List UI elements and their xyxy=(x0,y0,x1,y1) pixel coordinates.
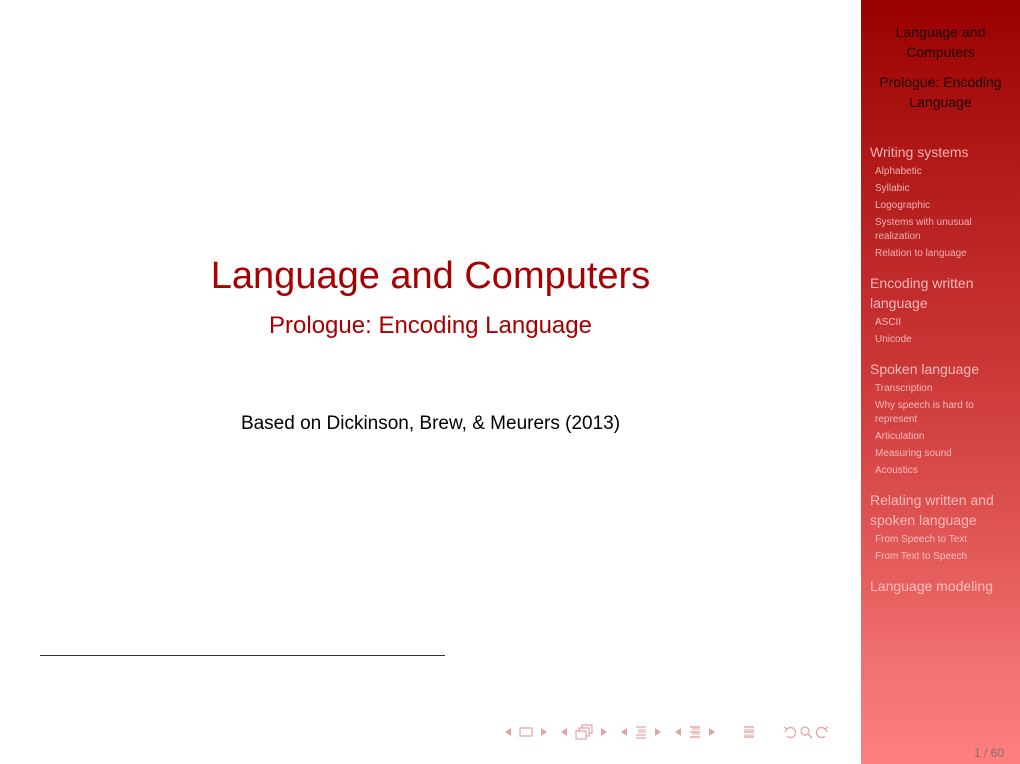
sidebar-subsection-link[interactable]: Relation to language xyxy=(870,247,1018,261)
sidebar-subsection-link[interactable]: Syllabic xyxy=(870,182,1018,196)
sidebar-subsection-link[interactable]: Measuring sound xyxy=(870,447,1018,461)
prev-frame-arrow-icon[interactable] xyxy=(561,722,567,742)
prev-slide-arrow-icon[interactable] xyxy=(505,722,511,742)
navigation-bar xyxy=(505,722,829,742)
next-slide-arrow-icon[interactable] xyxy=(541,722,547,742)
sidebar-header: Language and Computers Prologue: Encodin… xyxy=(861,22,1020,112)
sidebar-subsection-link[interactable]: Alphabetic xyxy=(870,165,1018,179)
sidebar-subsection-link[interactable]: From Text to Speech xyxy=(870,550,1018,564)
sidebar-section: Writing systems Alphabetic Syllabic Logogra… xyxy=(870,142,1018,261)
sidebar-presentation-subtitle[interactable]: Prologue: Encoding Language xyxy=(861,72,1020,112)
sidebar-section-link[interactable]: Writing systems xyxy=(870,142,1018,162)
sidebar-section: Encoding written language ASCII Unicode xyxy=(870,273,1018,347)
prev-subsection-arrow-icon[interactable] xyxy=(621,722,627,742)
sidebar-subsection-link[interactable]: ASCII xyxy=(870,316,1018,330)
next-frame-arrow-icon[interactable] xyxy=(601,722,607,742)
sidebar-subsection-link[interactable]: Why speech is hard to represent xyxy=(870,399,1018,427)
slide-main-area: Language and Computers Prologue: Encodin… xyxy=(0,0,861,764)
search-icon[interactable] xyxy=(799,722,813,742)
sidebar-section: Language modeling xyxy=(870,576,1018,596)
sidebar-outline: Language and Computers Prologue: Encodin… xyxy=(861,0,1020,764)
sidebar-subsection-link[interactable]: Transcription xyxy=(870,382,1018,396)
sidebar-section: Relating written and spoken language From… xyxy=(870,490,1018,564)
sidebar-section-link[interactable]: Language modeling xyxy=(870,576,1018,596)
redo-icon[interactable] xyxy=(813,722,829,742)
frame-icon[interactable] xyxy=(575,722,593,742)
slide-icon[interactable] xyxy=(519,722,533,742)
next-section-arrow-icon[interactable] xyxy=(709,722,715,742)
section-icon[interactable] xyxy=(689,722,701,742)
sidebar-subsection-link[interactable]: Logographic xyxy=(870,199,1018,213)
page-number: 1 / 60 xyxy=(973,746,1004,760)
sidebar-sections: Writing systems Alphabetic Syllabic Logogra… xyxy=(870,142,1018,608)
document-icon[interactable] xyxy=(743,722,755,742)
sidebar-subsection-link[interactable]: From Speech to Text xyxy=(870,533,1018,547)
sidebar-subsection-link[interactable]: Systems with unusual realization xyxy=(870,216,1018,244)
slide-title: Language and Computers xyxy=(210,255,651,297)
sidebar-presentation-title[interactable]: Language and Computers xyxy=(861,22,1020,62)
sidebar-section: Spoken language Transcription Why speech i… xyxy=(870,359,1018,478)
slide: Language and Computers Prologue: Encodin… xyxy=(0,0,1020,764)
sidebar-section-link[interactable]: Relating written and spoken language xyxy=(870,490,1018,530)
undo-icon[interactable] xyxy=(783,722,799,742)
sidebar-section-link[interactable]: Encoding written language xyxy=(870,273,1018,313)
slide-subtitle: Prologue: Encoding Language xyxy=(269,312,592,339)
sidebar-section-link[interactable]: Spoken language xyxy=(870,359,1018,379)
footnote-rule xyxy=(40,655,445,656)
next-subsection-arrow-icon[interactable] xyxy=(655,722,661,742)
sidebar-subsection-link[interactable]: Acoustics xyxy=(870,464,1018,478)
prev-section-arrow-icon[interactable] xyxy=(675,722,681,742)
sidebar-subsection-link[interactable]: Unicode xyxy=(870,333,1018,347)
subsection-icon[interactable] xyxy=(635,722,647,742)
sidebar-subsection-link[interactable]: Articulation xyxy=(870,430,1018,444)
attribution-text: Based on Dickinson, Brew, & Meurers (201… xyxy=(240,413,621,434)
